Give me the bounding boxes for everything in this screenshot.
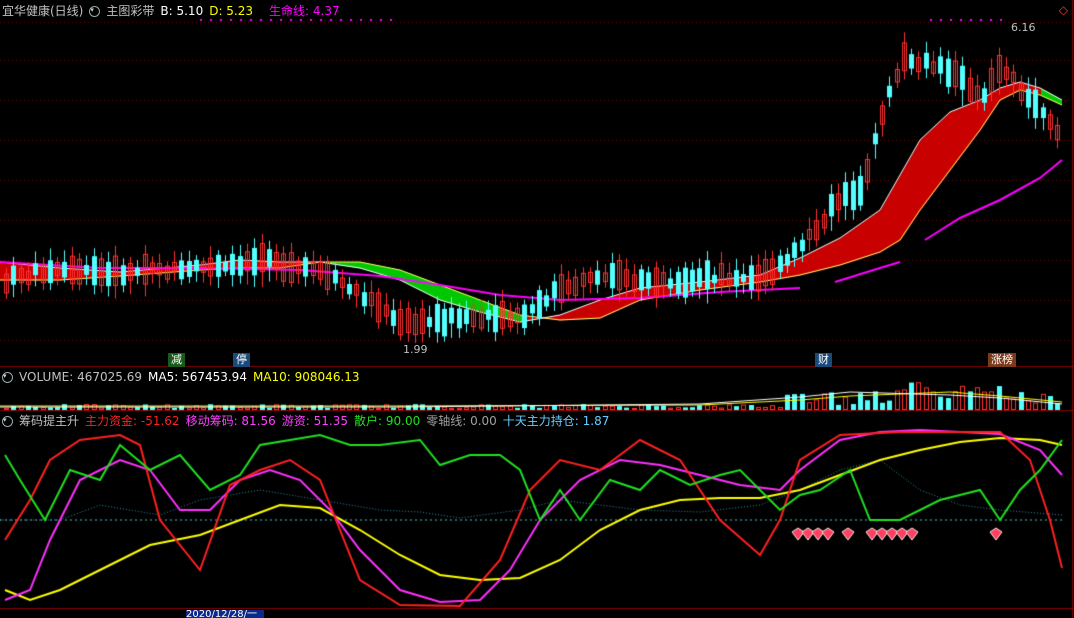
main-panel-header: 宜华健康(日线) ▾ 主图彩带 B: 5.10 D: 5.23 生命线: 4.3… xyxy=(2,2,340,20)
low-price-marker: 1.99 xyxy=(403,343,428,356)
date-axis-label[interactable]: 2020/12/28/一 xyxy=(186,610,264,618)
signal-tag-reduce[interactable]: 减 xyxy=(168,353,185,367)
signal-tag-finance[interactable]: 财 xyxy=(815,353,832,367)
indicator-name[interactable]: 主图彩带 xyxy=(106,2,154,20)
stock-chart-canvas[interactable] xyxy=(0,0,1074,618)
zero-line-value: 零轴线: 0.00 xyxy=(426,414,497,428)
ten-day-value: 十天主力持仓: 1.87 xyxy=(502,414,610,428)
retail-value: 散户: 90.00 xyxy=(354,414,421,428)
chip-panel-header: ▾ 筹码提主升 主力资金: -51.62 移动筹码: 81.56 游资: 51.… xyxy=(2,412,609,430)
chip-indicator-name[interactable]: 筹码提主升 xyxy=(19,412,79,430)
volume-value[interactable]: VOLUME: 467025.69 xyxy=(19,368,142,386)
signal-tag-rise-list[interactable]: 涨榜 xyxy=(988,353,1016,367)
volume-ma5: MA5: 567453.94 xyxy=(148,370,247,384)
moving-chip-value: 移动筹码: 81.56 xyxy=(185,414,276,428)
high-price-marker: 6.16 xyxy=(1011,21,1036,34)
volume-ma10: MA10: 908046.13 xyxy=(252,370,360,384)
life-line-value: 生命线: 4.37 xyxy=(269,4,340,18)
d-value: D: 5.23 xyxy=(209,4,254,18)
settings-circle-icon[interactable]: ▾ xyxy=(2,415,13,427)
settings-circle-icon[interactable]: ▾ xyxy=(89,5,101,17)
settings-circle-icon[interactable]: ▾ xyxy=(2,371,13,383)
diamond-icon[interactable]: ◇ xyxy=(1059,3,1068,17)
stock-name[interactable]: 宜华健康(日线) xyxy=(2,2,83,20)
main-fund-value: 主力资金: -51.62 xyxy=(85,414,180,428)
hot-money-value: 游资: 51.35 xyxy=(281,414,348,428)
volume-panel-header: ▾ VOLUME: 467025.69 MA5: 567453.94 MA10:… xyxy=(2,368,360,386)
b-value: B: 5.10 xyxy=(160,4,204,18)
signal-tag-stop[interactable]: 停 xyxy=(233,353,250,367)
